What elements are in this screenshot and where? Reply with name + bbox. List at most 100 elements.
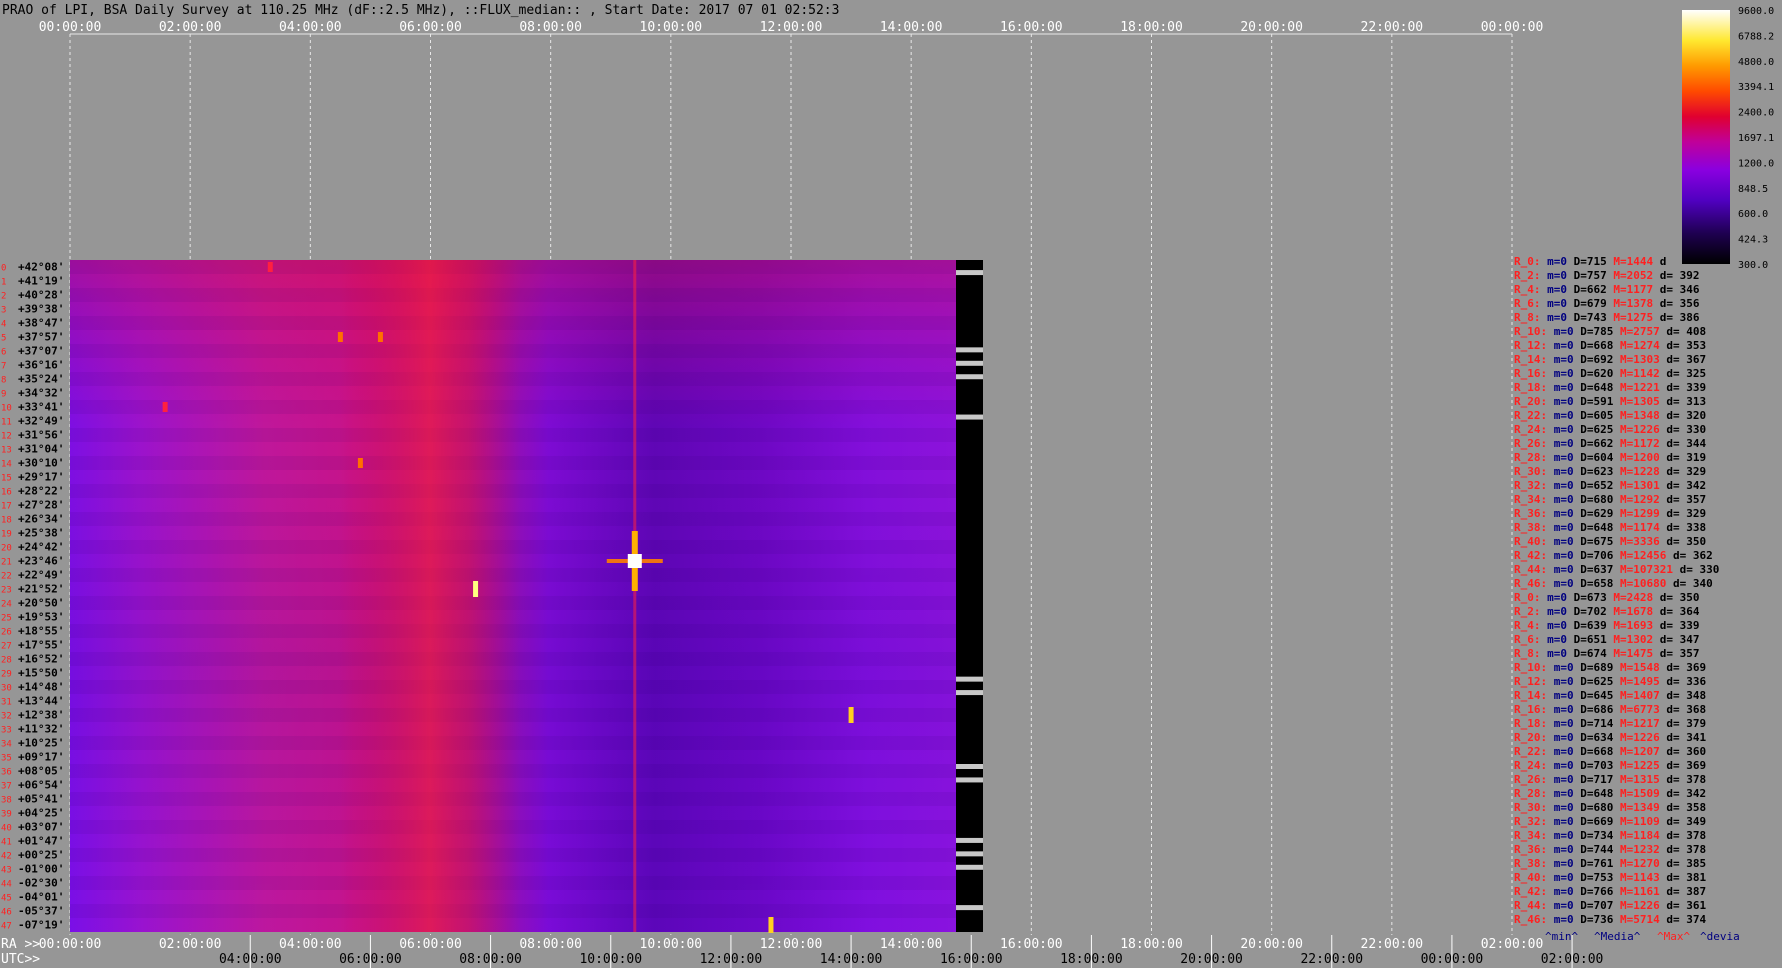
colorbar-tick-label: 4800.0	[1738, 57, 1774, 68]
stats-cell: M=1225	[1613, 759, 1659, 772]
stats-cell: D=648	[1574, 381, 1614, 394]
stats-cell: R_4:	[1514, 619, 1541, 632]
stats-cell: M=1174	[1613, 521, 1660, 534]
stats-cell: R_34:	[1514, 829, 1547, 842]
utc-tick-label: 14:00:00	[820, 952, 883, 967]
stats-cell: D=652	[1574, 479, 1614, 492]
stats-cell: m=0	[1547, 913, 1574, 926]
utc-tick-label: 22:00:00	[1300, 952, 1363, 967]
ra-tick-label: 10:00:00	[640, 937, 703, 952]
footer-median: ^Media^	[1594, 930, 1641, 943]
dec-row-index: 17	[1, 502, 12, 512]
stats-cell: M=1303	[1613, 353, 1659, 366]
stats-cell: D=736	[1574, 913, 1614, 926]
dec-label: -04°01'	[18, 891, 64, 904]
stats-cell: m=0	[1547, 451, 1574, 464]
dec-label: +11°32'	[18, 723, 64, 736]
dec-label: +33°41'	[18, 401, 64, 414]
dec-label: +24°42'	[18, 541, 64, 554]
stats-cell: m=0	[1547, 675, 1574, 688]
dec-row-index: 8	[1, 376, 6, 386]
dec-row-index: 5	[1, 334, 6, 344]
source-peak	[627, 554, 642, 568]
dec-label: +31°56'	[18, 429, 64, 442]
stats-cell: m=0	[1547, 507, 1574, 520]
stats-row: R_10: m=0 D=689 M=1548 d= 369	[1514, 661, 1706, 674]
colorbar-tick-label: 600.0	[1738, 209, 1768, 220]
dec-row-index: 12	[1, 432, 12, 442]
stats-cell: R_44:	[1514, 899, 1547, 912]
dec-label: +23°46'	[18, 555, 64, 568]
stats-row: R_22: m=0 D=605 M=1348 d= 320	[1514, 409, 1706, 422]
stats-cell: R_28:	[1514, 451, 1547, 464]
stats-cell: m=0	[1547, 871, 1574, 884]
dec-row-index: 20	[1, 544, 12, 554]
dec-row-index: 23	[1, 586, 12, 596]
stats-cell: M=1217	[1613, 717, 1659, 730]
stats-cell: d= 350	[1653, 591, 1699, 604]
stats-cell: m=0	[1547, 479, 1574, 492]
stats-row: R_2: m=0 D=757 M=2052 d= 392	[1514, 269, 1699, 282]
dec-label: +05°41'	[18, 793, 64, 806]
stats-cell: R_8:	[1514, 311, 1541, 324]
heatmap-area	[70, 260, 983, 933]
stats-cell: D=706	[1574, 549, 1614, 562]
stats-cell: m=0	[1547, 521, 1574, 534]
stats-cell: d= 387	[1660, 885, 1706, 898]
stats-row: R_26: m=0 D=717 M=1315 d= 378	[1514, 773, 1706, 786]
stats-row: R_46: m=0 D=658 M=10680 d= 340	[1514, 577, 1713, 590]
stats-cell: D=625	[1574, 675, 1614, 688]
mask-gap	[956, 270, 983, 276]
stats-row: R_6: m=0 D=679 M=1378 d= 356	[1514, 297, 1700, 310]
dec-row-index: 28	[1, 656, 12, 666]
stats-cell: d= 381	[1660, 871, 1707, 884]
stats-cell: m=0	[1547, 899, 1574, 912]
top-tick-label: 00:00:00	[39, 20, 102, 35]
source-meridian-streak	[633, 260, 637, 932]
dec-label: +06°54'	[18, 779, 64, 792]
stats-cell: M=2428	[1607, 591, 1653, 604]
stats-cell: R_36:	[1514, 507, 1547, 520]
stats-row: R_26: m=0 D=662 M=1172 d= 344	[1514, 437, 1706, 450]
stats-cell: m=0	[1547, 829, 1574, 842]
dec-row-index: 32	[1, 712, 12, 722]
stats-cell: R_44:	[1514, 563, 1547, 576]
footer-dev: ^devia	[1700, 930, 1740, 943]
stats-cell: d= 392	[1653, 269, 1699, 282]
stats-cell: R_30:	[1514, 465, 1547, 478]
stats-cell: R_26:	[1514, 437, 1547, 450]
stats-cell: R_4:	[1514, 283, 1541, 296]
stats-row: R_12: m=0 D=625 M=1495 d= 336	[1514, 675, 1706, 688]
stats-cell: D=651	[1567, 633, 1607, 646]
dec-row-index: 46	[1, 908, 12, 918]
stats-cell: R_14:	[1514, 689, 1547, 702]
stats-cell: R_18:	[1514, 717, 1547, 730]
dec-label: +08°05'	[18, 765, 64, 778]
top-tick-label: 10:00:00	[640, 20, 703, 35]
dec-row-index: 24	[1, 600, 12, 610]
source-spot	[357, 458, 363, 468]
utc-axis-prefix: UTC>>	[1, 952, 40, 967]
stats-cell: M=1143	[1613, 871, 1659, 884]
top-tick-label: 12:00:00	[760, 20, 823, 35]
stats-cell: R_12:	[1514, 675, 1547, 688]
ra-tick-label: 18:00:00	[1120, 937, 1183, 952]
dec-row-index: 1	[1, 278, 6, 288]
stats-cell: d= 336	[1660, 675, 1707, 688]
stats-cell: R_8:	[1514, 647, 1541, 660]
dec-label: +26°34'	[18, 513, 64, 526]
stats-cell: d= 319	[1660, 451, 1706, 464]
mask-gap	[956, 777, 983, 783]
dec-label: +14°48'	[18, 681, 64, 694]
stats-cell: M=1292	[1613, 493, 1659, 506]
stats-cell: R_20:	[1514, 731, 1547, 744]
stats-row: R_0: m=0 D=673 M=2428 d= 350	[1514, 591, 1699, 604]
source-spot	[377, 332, 383, 342]
stats-cell: m=0	[1547, 703, 1574, 716]
stats-cell: R_20:	[1514, 395, 1547, 408]
stats-cell: M=2052	[1607, 269, 1653, 282]
stats-cell: M=1444	[1607, 255, 1654, 268]
stats-cell: M=3336	[1613, 535, 1660, 548]
dec-label: +30°10'	[18, 457, 64, 470]
dec-label: +13°44'	[18, 695, 64, 708]
